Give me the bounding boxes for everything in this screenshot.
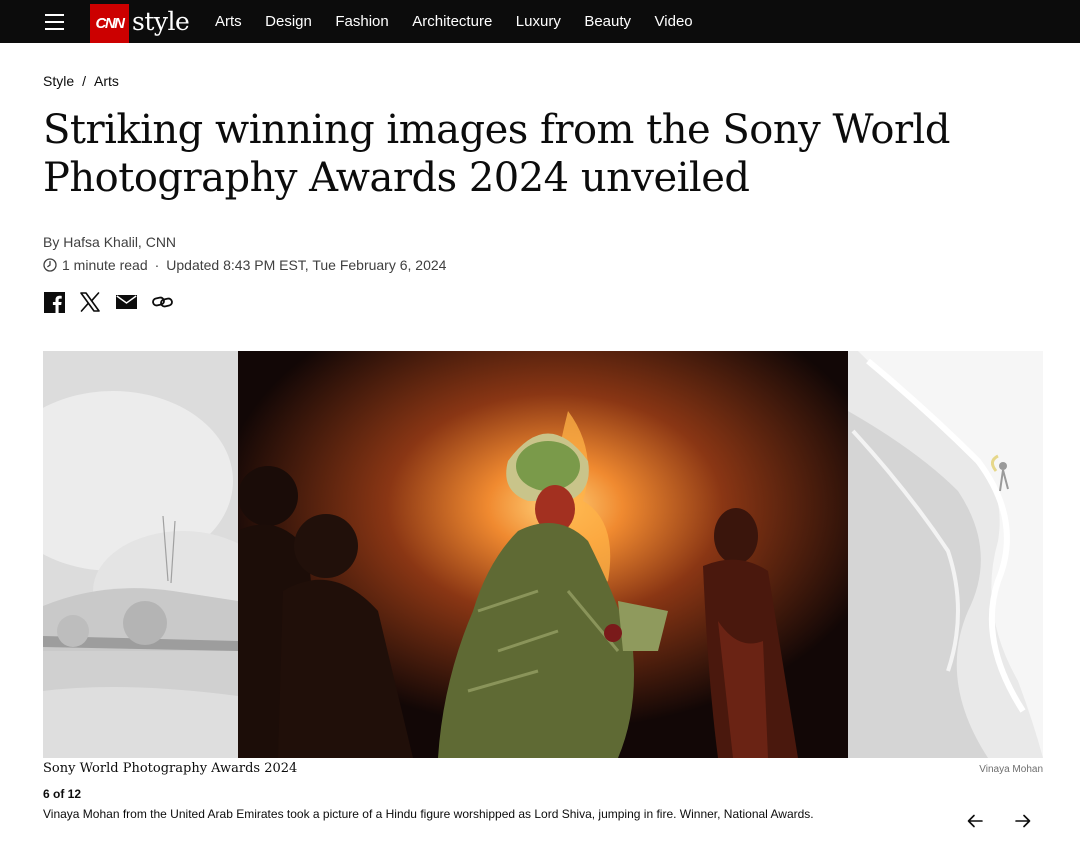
breadcrumb: Style / Arts	[43, 73, 119, 89]
gallery-previous-slide-image[interactable]	[43, 351, 273, 758]
gallery-title: Sony World Photography Awards 2024	[43, 761, 298, 776]
nav-item-beauty[interactable]: Beauty	[584, 13, 631, 30]
article-byline: By Hafsa Khalil, CNN	[43, 234, 177, 250]
x-share-button[interactable]	[79, 291, 101, 313]
facebook-icon	[43, 291, 65, 313]
next-slide-photo	[848, 351, 1043, 758]
previous-slide-photo	[43, 351, 273, 758]
arrow-right-icon	[1015, 814, 1031, 828]
arrow-left-icon	[967, 814, 983, 828]
photo-credit: Vinaya Mohan	[979, 764, 1043, 775]
cnn-style-logo[interactable]: CNN style	[90, 4, 190, 43]
hamburger-menu-icon[interactable]	[45, 13, 64, 30]
gallery-next-slide-image[interactable]	[848, 351, 1043, 758]
nav-item-arts[interactable]: Arts	[215, 13, 242, 30]
facebook-share-button[interactable]	[43, 291, 65, 313]
link-icon	[151, 296, 173, 308]
gallery-current-slide-image[interactable]	[238, 351, 848, 758]
breadcrumb-style[interactable]: Style	[43, 73, 74, 89]
gallery-counter: 6 of 12	[43, 787, 82, 801]
article-meta: 1 minute read · Updated 8:43 PM EST, Tue…	[43, 257, 446, 273]
gallery-arrows	[965, 811, 1033, 831]
gallery-caption: Vinaya Mohan from the United Arab Emirat…	[43, 807, 814, 821]
email-icon	[115, 295, 137, 309]
gallery-prev-button[interactable]	[965, 811, 985, 831]
article-headline: Striking winning images from the Sony Wo…	[43, 107, 950, 201]
nav-item-luxury[interactable]: Luxury	[516, 13, 561, 30]
copy-link-button[interactable]	[151, 291, 173, 313]
section-nav: Arts Design Fashion Architecture Luxury …	[215, 0, 716, 43]
x-icon	[80, 292, 100, 312]
photo-gallery	[43, 351, 1043, 758]
breadcrumb-separator: /	[82, 73, 87, 89]
style-logo-word: style	[132, 7, 190, 36]
nav-item-architecture[interactable]: Architecture	[412, 13, 492, 30]
nav-item-design[interactable]: Design	[265, 13, 312, 30]
nav-item-fashion[interactable]: Fashion	[335, 13, 388, 30]
meta-separator: ·	[154, 257, 160, 273]
updated-timestamp: Updated 8:43 PM EST, Tue February 6, 202…	[166, 257, 447, 273]
clock-icon	[43, 258, 57, 272]
email-share-button[interactable]	[115, 291, 137, 313]
read-time: 1 minute read	[62, 257, 148, 273]
nav-item-video[interactable]: Video	[655, 13, 693, 30]
share-bar	[43, 291, 173, 313]
breadcrumb-arts[interactable]: Arts	[94, 73, 119, 89]
cnn-logo-mark: CNN	[90, 4, 129, 43]
top-nav: CNN style Arts Design Fashion Architectu…	[0, 0, 1080, 43]
gallery-next-button[interactable]	[1013, 811, 1033, 831]
fire-dance-photo	[238, 351, 848, 758]
